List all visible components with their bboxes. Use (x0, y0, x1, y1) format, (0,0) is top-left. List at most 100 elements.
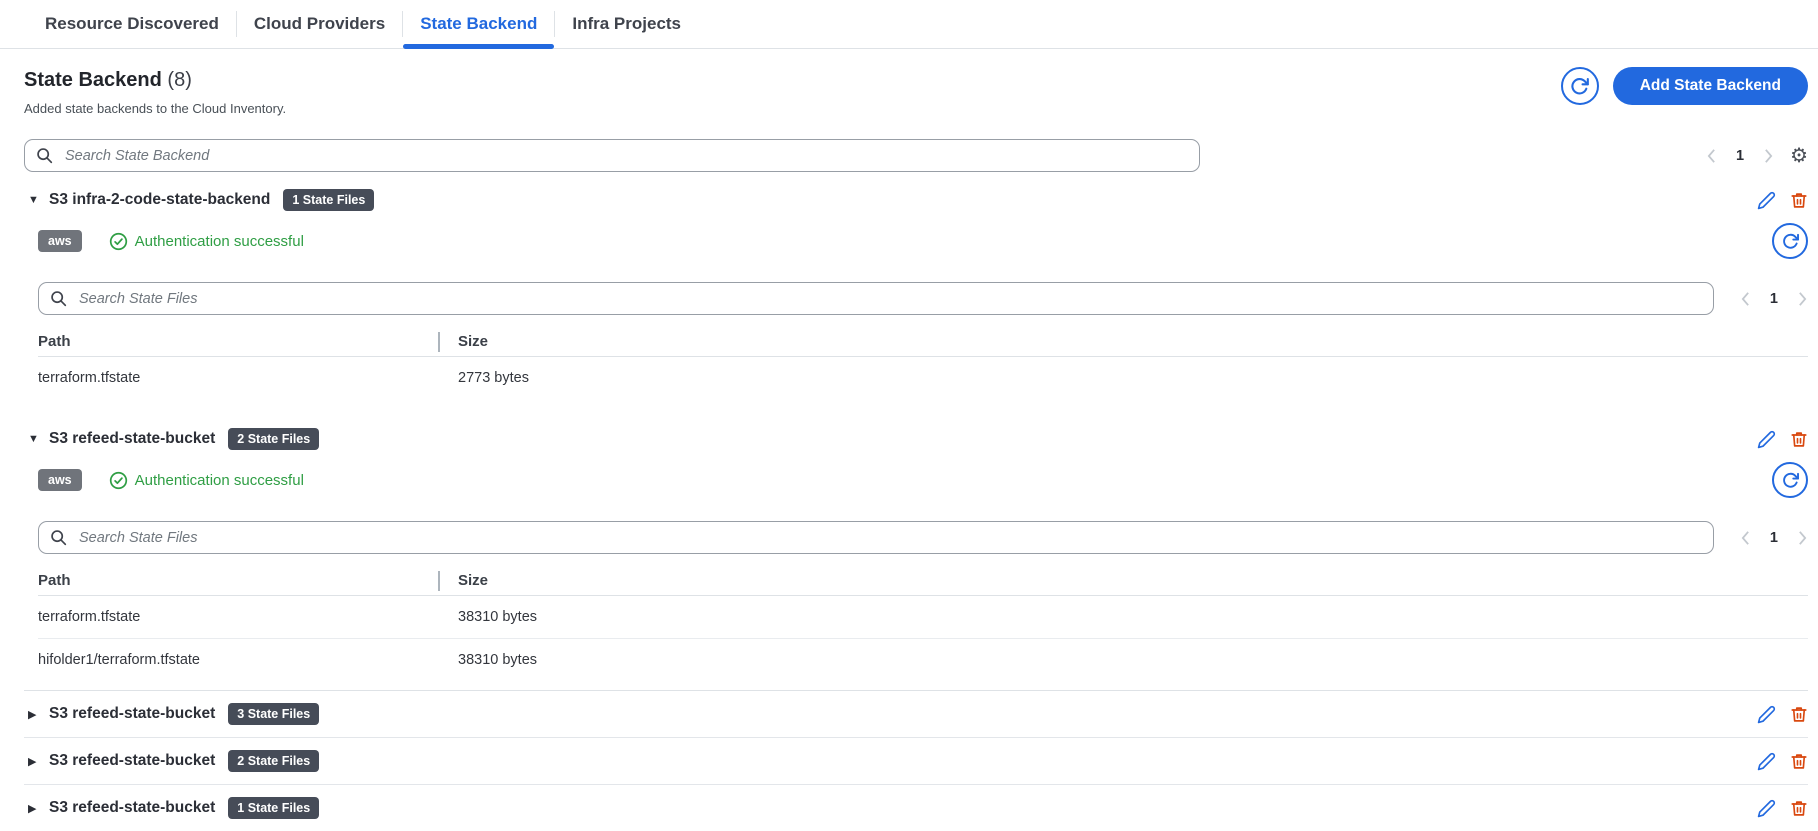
expand-caret-icon[interactable]: ▶ (28, 708, 45, 721)
delete-backend-button[interactable] (1790, 799, 1808, 818)
backend-search-box (24, 139, 1200, 172)
prev-page-icon[interactable] (1740, 291, 1751, 307)
settings-gear-icon[interactable]: ⚙ (1790, 143, 1808, 168)
backend-name: S3 refeed-state-bucket (49, 799, 216, 816)
file-size: 38310 bytes (458, 609, 538, 625)
state-files-search-box (38, 282, 1714, 315)
refresh-state-files-button[interactable] (1772, 462, 1808, 498)
trash-icon (1790, 191, 1808, 210)
backend-toolbar: 1 ⚙ (24, 139, 1808, 172)
state-files-pagination: 1 (1740, 291, 1808, 307)
page-number: 1 (1769, 290, 1778, 307)
page-title-text: State Backend (24, 69, 162, 91)
column-header-path: Path (38, 572, 71, 589)
edit-backend-button[interactable] (1757, 799, 1776, 818)
next-page-icon[interactable] (1763, 148, 1774, 164)
auth-status-text: Authentication successful (134, 471, 304, 489)
backend-name: S3 refeed-state-bucket (49, 430, 216, 447)
delete-backend-button[interactable] (1790, 752, 1808, 771)
backend-header-row: ▶ S3 refeed-state-bucket 1 State Files (28, 785, 1808, 831)
prev-page-icon[interactable] (1706, 148, 1717, 164)
backend-header-row: ▶ S3 refeed-state-bucket 3 State Files (28, 691, 1808, 737)
pencil-icon (1757, 430, 1776, 449)
next-page-icon[interactable] (1797, 530, 1808, 546)
page-subtitle: Added state backends to the Cloud Invent… (24, 101, 287, 116)
tab-resource-discovered[interactable]: Resource Discovered (28, 0, 236, 48)
prev-page-icon[interactable] (1740, 530, 1751, 546)
column-header-size: Size (458, 333, 489, 350)
collapse-caret-icon[interactable]: ▼ (28, 194, 45, 206)
file-path: hifolder1/terraform.tfstate (38, 651, 200, 668)
pencil-icon (1757, 799, 1776, 818)
state-files-search-input[interactable] (77, 528, 1702, 547)
backend-name: S3 refeed-state-bucket (49, 752, 216, 769)
tab-state-backend[interactable]: State Backend (403, 0, 555, 49)
refresh-icon (1781, 232, 1800, 251)
delete-backend-button[interactable] (1790, 430, 1808, 449)
table-header: Path Size (38, 327, 1808, 357)
edit-backend-button[interactable] (1757, 191, 1776, 210)
state-files-badge: 2 State Files (228, 428, 320, 450)
page-number: 1 (1769, 529, 1778, 546)
column-resizer-handle[interactable] (438, 331, 440, 352)
delete-backend-button[interactable] (1790, 705, 1808, 724)
expand-caret-icon[interactable]: ▶ (28, 802, 45, 815)
pencil-icon (1757, 705, 1776, 724)
page-number: 1 (1735, 147, 1745, 164)
table-header: Path Size (38, 566, 1808, 596)
page-header: State Backend (8) Added state backends t… (24, 67, 1808, 117)
backend-search-input[interactable] (63, 146, 1188, 165)
state-files-toolbar: 1 (38, 282, 1808, 315)
backend-header-row: ▼ S3 infra-2-code-state-backend 1 State … (28, 186, 1808, 214)
refresh-state-files-button[interactable] (1772, 223, 1808, 259)
auth-status: Authentication successful (109, 232, 304, 251)
table-row: hifolder1/terraform.tfstate 38310 bytes (38, 638, 1808, 680)
tab-cloud-providers[interactable]: Cloud Providers (237, 0, 402, 48)
column-header-path: Path (38, 333, 71, 350)
refresh-icon (1781, 471, 1800, 490)
table-row: terraform.tfstate 38310 bytes (38, 596, 1808, 638)
column-resizer-handle[interactable] (438, 570, 440, 591)
page-title: State Backend (8) (24, 67, 286, 93)
column-header-size: Size (458, 572, 489, 589)
page-title-count: (8) (167, 69, 192, 91)
backend-pagination: 1 (1706, 148, 1774, 164)
backend-header-row: ▶ S3 refeed-state-bucket 2 State Files (28, 738, 1808, 784)
pencil-icon (1757, 752, 1776, 771)
backend-name: S3 infra-2-code-state-backend (49, 191, 271, 208)
backend-name: S3 refeed-state-bucket (49, 705, 216, 722)
auth-status: Authentication successful (109, 471, 304, 490)
refresh-icon (1569, 76, 1590, 97)
state-files-pagination: 1 (1740, 530, 1808, 546)
file-path: terraform.tfstate (38, 609, 141, 625)
edit-backend-button[interactable] (1757, 705, 1776, 724)
provider-badge: aws (38, 230, 82, 252)
trash-icon (1790, 752, 1808, 771)
backend-status-row: aws Authentication successful (38, 462, 1808, 498)
collapse-caret-icon[interactable]: ▼ (28, 433, 45, 445)
edit-backend-button[interactable] (1757, 430, 1776, 449)
table-row: terraform.tfstate 2773 bytes (38, 357, 1808, 399)
state-files-table: Path Size terraform.tfstate 2773 bytes (38, 327, 1808, 399)
state-files-search-input[interactable] (77, 289, 1702, 308)
expand-caret-icon[interactable]: ▶ (28, 755, 45, 768)
edit-backend-button[interactable] (1757, 752, 1776, 771)
state-files-search-box (38, 521, 1714, 554)
state-files-badge: 1 State Files (228, 797, 320, 819)
file-path: terraform.tfstate (38, 370, 141, 386)
refresh-backends-button[interactable] (1560, 67, 1599, 105)
trash-icon (1790, 799, 1808, 818)
delete-backend-button[interactable] (1790, 191, 1808, 210)
tab-infra-projects[interactable]: Infra Projects (555, 0, 698, 48)
auth-status-text: Authentication successful (134, 232, 304, 250)
search-icon (36, 147, 53, 164)
provider-badge: aws (38, 469, 82, 491)
next-page-icon[interactable] (1797, 291, 1808, 307)
add-state-backend-button[interactable]: Add State Backend (1612, 67, 1808, 105)
state-files-table: Path Size terraform.tfstate 38310 bytes … (38, 566, 1808, 680)
check-circle-icon (109, 471, 128, 490)
pencil-icon (1757, 191, 1776, 210)
trash-icon (1790, 705, 1808, 724)
backend-header-row: ▼ S3 refeed-state-bucket 2 State Files (28, 425, 1808, 453)
backend-status-row: aws Authentication successful (38, 223, 1808, 259)
